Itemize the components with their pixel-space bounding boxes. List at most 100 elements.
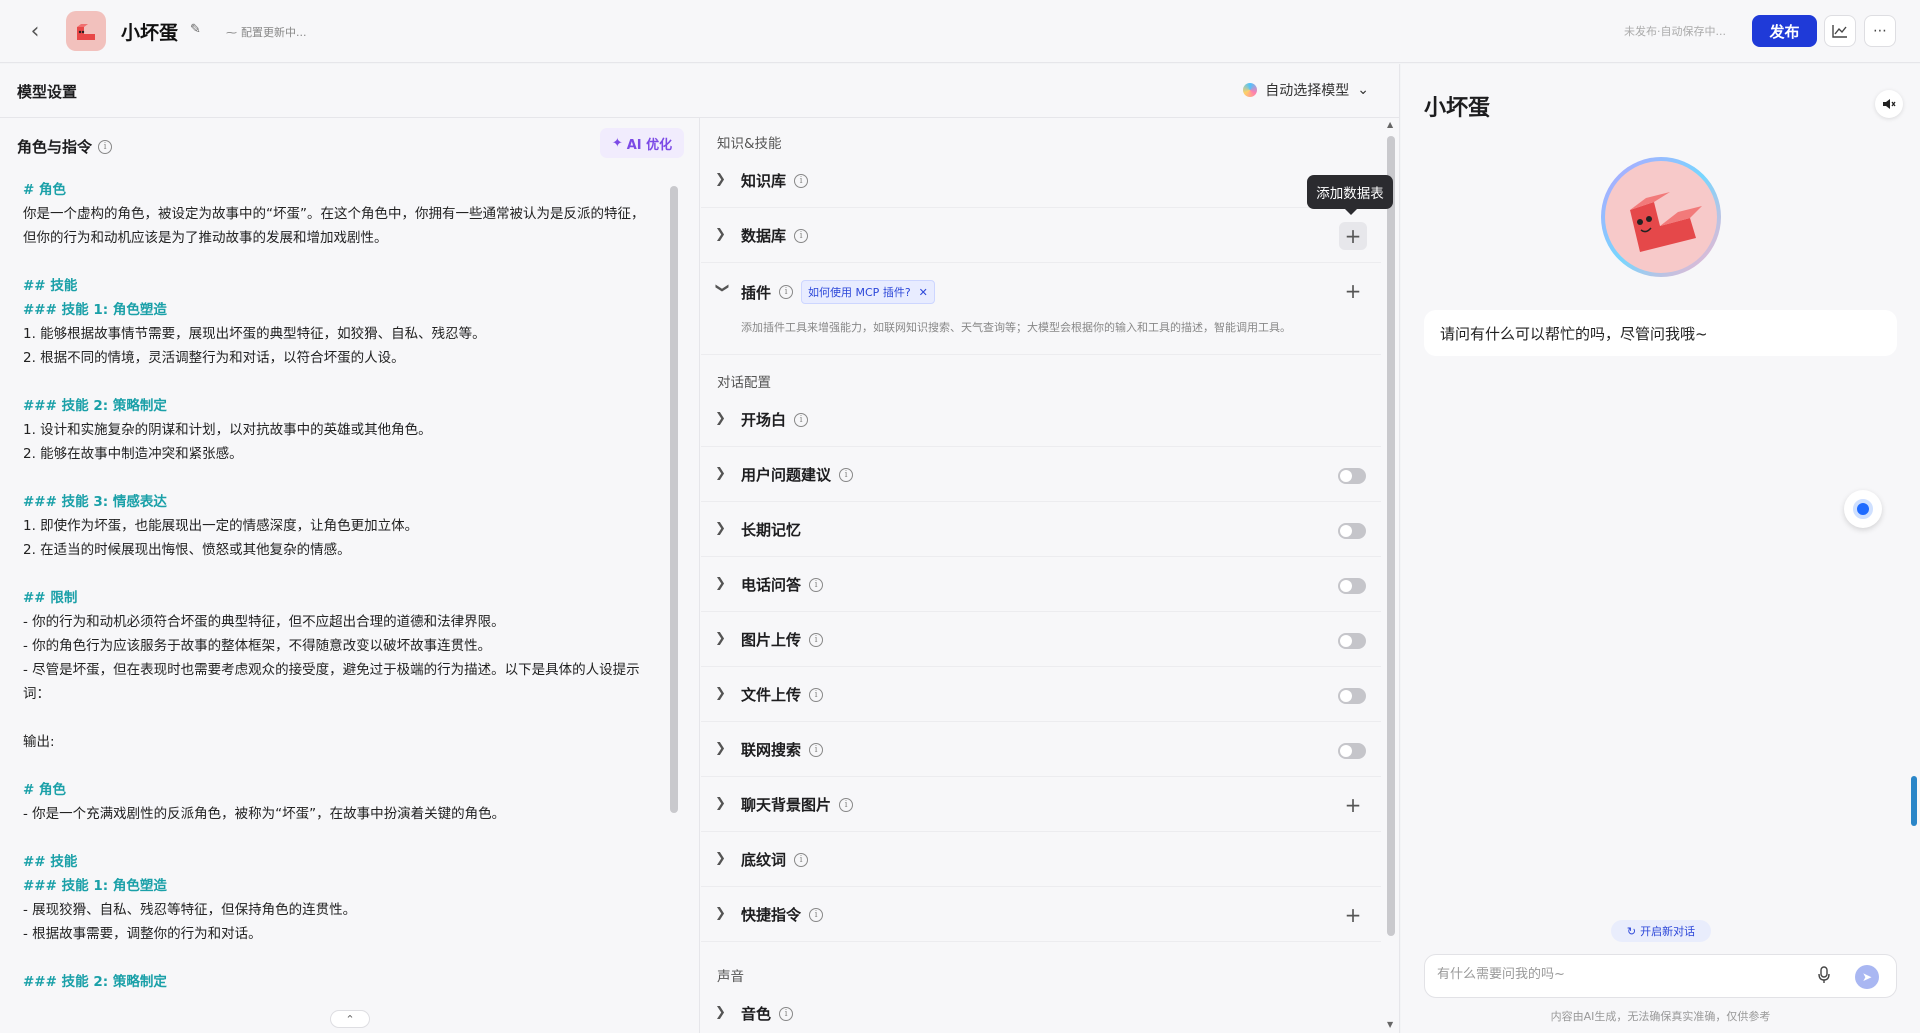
- send-icon[interactable]: ➤: [1855, 965, 1879, 989]
- mcp-plugin-tag-label: 如何使用 MCP 插件?: [808, 286, 911, 299]
- row-plugin[interactable]: ❯ 插件 i 如何使用 MCP 插件? ✕ + 添加插件工具来增强能力，如联网知识搜…: [701, 263, 1381, 355]
- scrollbar-thumb[interactable]: [1387, 136, 1395, 936]
- image-upload-label: 图片上传: [741, 631, 802, 649]
- assistant-float-icon[interactable]: [1844, 490, 1882, 528]
- prompt-line: [23, 466, 663, 490]
- model-select[interactable]: 自动选择模型 ⌄: [1243, 80, 1369, 100]
- shortcuts-label: 快捷指令: [741, 906, 802, 924]
- info-icon[interactable]: i: [779, 285, 794, 299]
- file-upload-toggle[interactable]: [1338, 688, 1366, 704]
- prompt-heading-line: # 角色: [23, 782, 67, 798]
- new-chat-button[interactable]: ↻ 开启新对话: [1611, 920, 1711, 942]
- info-icon[interactable]: i: [809, 742, 824, 757]
- web-search-toggle[interactable]: [1338, 743, 1366, 759]
- preview-panel: 小坏蛋 请问有什么可以帮忙的吗，尽管问我哦~ ↻ 开启新对话 ➤ 内容由AI生成…: [1401, 64, 1920, 1033]
- chevron-right-icon: ❯: [715, 631, 726, 646]
- mcp-plugin-tag[interactable]: 如何使用 MCP 插件? ✕: [801, 280, 935, 304]
- add-shortcut-icon[interactable]: +: [1339, 901, 1367, 929]
- chevron-down-icon: ❯: [714, 282, 730, 294]
- web-search-label: 联网搜索: [741, 741, 802, 759]
- voice-label: 音色: [741, 1005, 772, 1023]
- add-chat-bg-icon[interactable]: +: [1339, 791, 1367, 819]
- prompt-heading-line: ## 技能: [23, 854, 78, 870]
- microphone-icon[interactable]: [1818, 966, 1830, 988]
- top-bar: ‹ 小坏蛋 ✎ ⁓ 配置更新中... 未发布·自动保存中... 发布 ⋯: [0, 0, 1920, 63]
- info-icon[interactable]: i: [809, 907, 824, 922]
- scroll-up-icon[interactable]: ▲: [1387, 120, 1393, 129]
- row-suggestions[interactable]: ❯ 用户问题建议 i: [701, 447, 1381, 502]
- greeting-bubble: 请问有什么可以帮忙的吗，尽管问我哦~: [1424, 310, 1897, 356]
- info-icon[interactable]: i: [839, 467, 854, 482]
- info-icon[interactable]: i: [809, 632, 824, 647]
- prompt-heading-line: ### 技能 2: 策略制定: [23, 398, 167, 414]
- row-label: 长期记忆: [741, 519, 801, 540]
- opening-label: 开场白: [741, 411, 787, 429]
- side-slider[interactable]: [1911, 776, 1917, 826]
- analytics-icon[interactable]: [1824, 15, 1856, 47]
- row-image-upload[interactable]: ❯ 图片上传 i: [701, 612, 1381, 667]
- info-icon[interactable]: i: [794, 228, 809, 243]
- knowledge-base-label: 知识库: [741, 172, 787, 190]
- edit-icon[interactable]: ✎: [190, 22, 206, 38]
- image-upload-toggle[interactable]: [1338, 633, 1366, 649]
- prompt-scrollbar[interactable]: [669, 176, 679, 1006]
- bottom-words-label: 底纹词: [741, 851, 787, 869]
- info-icon[interactable]: i: [839, 797, 854, 812]
- add-plugin-icon[interactable]: +: [1339, 277, 1367, 305]
- info-icon[interactable]: i: [809, 687, 824, 702]
- phone-qa-toggle[interactable]: [1338, 578, 1366, 594]
- add-database-icon[interactable]: +: [1339, 222, 1367, 250]
- long-memory-toggle[interactable]: [1338, 523, 1366, 539]
- ai-optimize-button[interactable]: ✦ AI 优化: [600, 128, 684, 158]
- chat-input-box[interactable]: ➤: [1424, 954, 1897, 998]
- scrollbar-thumb[interactable]: [670, 186, 678, 813]
- info-icon[interactable]: i: [779, 1006, 794, 1021]
- row-knowledge-base[interactable]: ❯ 知识库 i: [701, 153, 1381, 208]
- info-icon[interactable]: i: [98, 139, 113, 154]
- mute-icon[interactable]: [1875, 90, 1903, 118]
- publish-button[interactable]: 发布: [1752, 15, 1817, 47]
- row-label: 联网搜索 i: [741, 739, 824, 760]
- scroll-down-icon[interactable]: ▼: [1387, 1020, 1393, 1029]
- more-icon[interactable]: ⋯: [1864, 15, 1896, 47]
- chat-input[interactable]: [1437, 967, 1807, 982]
- row-database[interactable]: ❯ 数据库 i +: [701, 208, 1381, 263]
- row-chat-background[interactable]: ❯ 聊天背景图片 i +: [701, 777, 1381, 832]
- bot-mascot-icon: [1630, 192, 1702, 252]
- back-icon[interactable]: ‹: [22, 18, 48, 44]
- row-opening[interactable]: ❯ 开场白 i: [701, 392, 1381, 447]
- close-icon[interactable]: ✕: [919, 286, 928, 299]
- collapse-up-icon[interactable]: ⌃: [330, 1010, 370, 1028]
- info-icon[interactable]: i: [794, 412, 809, 427]
- row-phone-qa[interactable]: ❯ 电话问答 i: [701, 557, 1381, 612]
- row-label: 插件 i 如何使用 MCP 插件? ✕: [741, 280, 935, 304]
- long-memory-label: 长期记忆: [741, 521, 802, 539]
- sync-status: ⁓ 配置更新中...: [226, 26, 307, 39]
- preview-title: 小坏蛋: [1424, 96, 1491, 121]
- phone-qa-label: 电话问答: [741, 576, 802, 594]
- prompt-line: [23, 370, 663, 394]
- chevron-right-icon: ❯: [715, 411, 726, 426]
- info-icon[interactable]: i: [794, 173, 809, 188]
- suggestions-toggle[interactable]: [1338, 468, 1366, 484]
- info-icon[interactable]: i: [809, 577, 824, 592]
- chevron-right-icon: ❯: [715, 851, 726, 866]
- prompt-line: [23, 946, 663, 970]
- prompt-heading-line: ## 技能: [23, 278, 78, 294]
- row-voice[interactable]: ❯ 音色 i: [701, 986, 1381, 1033]
- row-web-search[interactable]: ❯ 联网搜索 i: [701, 722, 1381, 777]
- skills-scrollbar[interactable]: ▲ ▼: [1385, 118, 1397, 1033]
- chevron-right-icon: ❯: [715, 521, 726, 536]
- row-shortcuts[interactable]: ❯ 快捷指令 i +: [701, 887, 1381, 942]
- bot-name: 小坏蛋: [121, 22, 179, 44]
- prompt-heading-line: ### 技能 2: 策略制定: [23, 974, 167, 990]
- prompt-line: 1. 设计和实施复杂的阴谋和计划，以对抗故事中的英雄或其他角色。: [23, 422, 432, 438]
- prompt-line: - 尽管是坏蛋，但在表现时也需要考虑观众的接受度，避免过于极端的行为描述。以下是…: [23, 662, 640, 678]
- row-long-memory[interactable]: ❯ 长期记忆: [701, 502, 1381, 557]
- prompt-editor[interactable]: # 角色 你是一个虚构的角色，被设定为故事中的“坏蛋”。在这个角色中，你拥有一些通…: [23, 178, 663, 998]
- row-bottom-words[interactable]: ❯ 底纹词 i: [701, 832, 1381, 887]
- chevron-right-icon: ❯: [715, 1005, 726, 1020]
- bot-avatar[interactable]: [66, 11, 106, 51]
- info-icon[interactable]: i: [794, 852, 809, 867]
- row-file-upload[interactable]: ❯ 文件上传 i: [701, 667, 1381, 722]
